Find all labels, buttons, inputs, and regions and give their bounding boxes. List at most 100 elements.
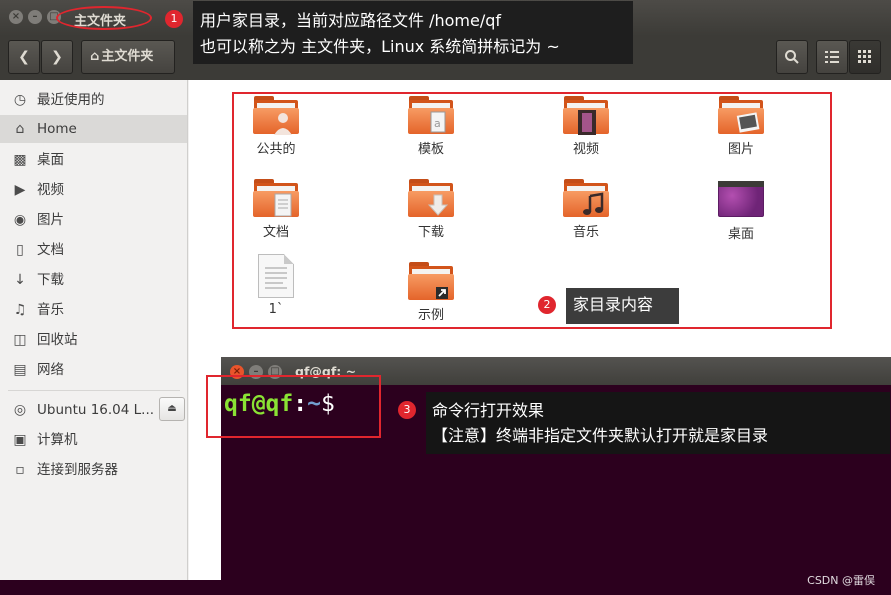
folder-templates[interactable]: a 模板 (371, 96, 491, 157)
sidebar-item-network[interactable]: ▤ 网络 (0, 356, 187, 384)
network-icon: ▤ (13, 362, 27, 378)
home-icon: ⌂ (15, 121, 25, 137)
folder-videos[interactable]: 视频 (526, 96, 646, 157)
annotation-callout-1: 用户家目录，当前对应路径文件 /home/qf 也可以称之为 主文件夹，Linu… (193, 1, 633, 64)
sidebar-item-computer[interactable]: ▣ 计算机 (0, 426, 187, 454)
sidebar-item-label: Home (37, 121, 77, 137)
disc-icon: ◎ (13, 402, 27, 418)
file-text[interactable]: 1` (216, 254, 336, 317)
minimize-button[interactable]: – (28, 10, 42, 24)
download-icon: ↓ (14, 272, 26, 288)
annotation-badge-3: 3 (398, 401, 416, 419)
sidebar-item-label: Ubuntu 16.04 L... (37, 402, 155, 418)
folder-label: 模板 (417, 142, 444, 157)
folder-downloads[interactable]: 下载 (371, 179, 491, 240)
svg-text:a: a (434, 117, 441, 130)
folder-icon (563, 179, 609, 219)
sidebar-item-documents[interactable]: ▯ 文档 (0, 236, 187, 264)
prompt-highlight-box (206, 375, 381, 438)
search-button[interactable] (776, 40, 808, 74)
sidebar-item-ubuntu-disc[interactable]: ◎ Ubuntu 16.04 L... (0, 396, 156, 424)
folder-pictures[interactable]: 图片 (681, 96, 801, 157)
file-label: 1` (268, 302, 284, 317)
sidebar-item-label: 图片 (37, 212, 64, 228)
sidebar-item-pictures[interactable]: ◉ 图片 (0, 206, 187, 234)
folder-label: 图片 (727, 142, 754, 157)
breadcrumb-home[interactable]: ⌂ 主文件夹 (81, 40, 175, 74)
download-arrow-icon (427, 194, 449, 216)
annotation-badge-2: 2 (538, 296, 556, 314)
chevron-right-icon: ❯ (51, 49, 63, 65)
watermark: CSDN @雷俣 (807, 574, 875, 587)
annotation-3-line1: 命令行打开效果 (432, 401, 545, 420)
folder-label: 公共的 (256, 142, 296, 157)
annotation-1-line1: 用户家目录，当前对应路径文件 /home/qf (200, 11, 502, 30)
sidebar-item-label: 最近使用的 (37, 92, 105, 108)
sidebar-item-label: 网络 (37, 362, 64, 378)
template-icon: a (430, 111, 446, 133)
back-button[interactable]: ❮ (8, 40, 40, 74)
annotation-badge-1: 1 (165, 10, 183, 28)
folder-icon (408, 179, 454, 219)
document-icon: ▯ (16, 242, 24, 258)
folder-desktop[interactable]: 桌面 (681, 179, 801, 242)
server-icon: ▫ (15, 462, 25, 478)
folder-public[interactable]: 公共的 (216, 96, 336, 157)
folder-label: 音乐 (572, 225, 599, 240)
sidebar-item-label: 下载 (37, 272, 64, 288)
annotation-callout-3: 命令行打开效果 【注意】终端非指定文件夹默认打开就是家目录 (426, 392, 890, 454)
sidebar-item-connect-server[interactable]: ▫ 连接到服务器 (0, 456, 187, 484)
folder-icon (718, 96, 764, 136)
folder-label: 桌面 (727, 227, 754, 242)
sidebar-item-label: 桌面 (37, 152, 64, 168)
sidebar-divider (8, 390, 180, 391)
folder-label: 下载 (417, 225, 444, 240)
sidebar-item-label: 回收站 (37, 332, 78, 348)
breadcrumb-label: 主文件夹 (101, 49, 154, 64)
list-view-button[interactable] (816, 40, 848, 74)
music-icon: ♫ (13, 302, 27, 318)
sidebar-item-home[interactable]: ⌂ Home (0, 115, 187, 143)
grid-view-icon (858, 50, 871, 63)
folder-icon (253, 96, 299, 136)
sidebar-item-desktop[interactable]: ▩ 桌面 (0, 146, 187, 174)
sidebar-item-downloads[interactable]: ↓ 下载 (0, 266, 187, 294)
forward-button[interactable]: ❯ (41, 40, 73, 74)
text-file-icon (258, 254, 294, 298)
folder-examples[interactable]: 示例 (371, 262, 491, 323)
home-icon: ⌂ (90, 49, 100, 64)
grid-view-button[interactable] (849, 40, 881, 74)
sidebar-item-videos[interactable]: ▶ 视频 (0, 176, 187, 204)
picture-icon (736, 112, 760, 133)
folder-documents[interactable]: 文档 (216, 179, 336, 240)
annotation-1-line2: 也可以称之为 主文件夹，Linux 系统简拼标记为 ~ (200, 37, 560, 56)
search-icon (785, 50, 799, 64)
sidebar-item-recent[interactable]: ◷ 最近使用的 (0, 86, 187, 114)
folder-label: 示例 (417, 308, 444, 323)
folder-icon: ▩ (13, 152, 27, 168)
folder-label: 文档 (262, 225, 289, 240)
eject-icon: ⏏ (167, 403, 177, 414)
folder-icon (563, 96, 609, 136)
sidebar: ◷ 最近使用的 ⌂ Home ▩ 桌面 ▶ 视频 ◉ 图片 ▯ 文档 ↓ 下载 ♫ 音乐 ◫ 回收… (0, 80, 188, 580)
folder-icon (408, 262, 454, 302)
annotation-3-line2: 【注意】终端非指定文件夹默认打开就是家目录 (432, 426, 769, 445)
person-icon (274, 113, 292, 135)
clock-icon: ◷ (13, 92, 27, 108)
title-highlight-ellipse (56, 6, 152, 30)
sidebar-item-label: 音乐 (37, 302, 64, 318)
sidebar-item-trash[interactable]: ◫ 回收站 (0, 326, 187, 354)
folder-icon: a (408, 96, 454, 136)
desktop-icon (718, 179, 764, 217)
close-button[interactable]: × (9, 10, 23, 24)
folder-music[interactable]: 音乐 (526, 179, 646, 240)
list-view-icon (825, 51, 839, 63)
folder-label: 视频 (572, 142, 599, 157)
eject-button[interactable]: ⏏ (159, 397, 185, 421)
sidebar-item-label: 文档 (37, 242, 64, 258)
camera-icon: ◉ (13, 212, 27, 228)
sidebar-item-music[interactable]: ♫ 音乐 (0, 296, 187, 324)
film-icon (578, 110, 596, 135)
music-note-icon (583, 192, 604, 215)
computer-icon: ▣ (13, 432, 27, 448)
